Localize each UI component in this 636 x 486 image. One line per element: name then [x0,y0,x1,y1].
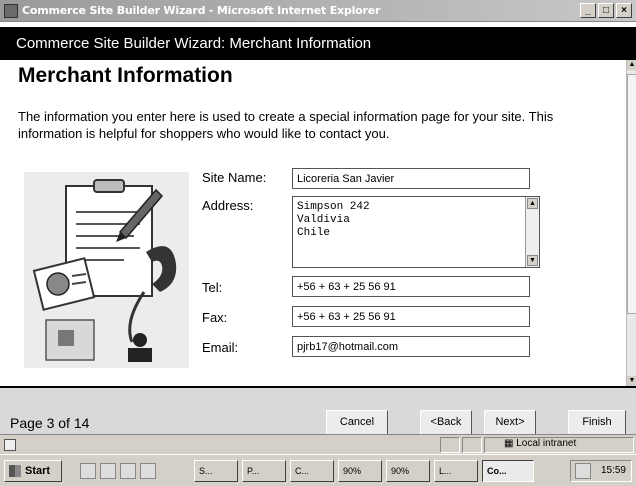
zone-text: Local intranet [516,438,577,449]
taskbar: Start S... P... C... 90% 90% L... Co... … [0,454,636,486]
minimize-button[interactable]: _ [580,3,596,18]
quicklaunch-ie-icon[interactable] [100,463,116,479]
scroll-up-icon[interactable]: ▲ [527,198,538,209]
ie-icon [4,4,18,18]
site-name-input[interactable] [292,168,530,189]
task-button-active[interactable]: Co... [482,460,534,482]
tray-icon[interactable] [575,463,591,479]
page-scrollbar[interactable]: ▲ ▼ [626,60,636,386]
tel-input[interactable] [292,276,530,297]
address-textarea[interactable]: Simpson 242 Valdivia Chile [297,201,523,263]
start-label: Start [25,465,51,477]
window-title: Commerce Site Builder Wizard - Microsoft… [22,4,381,17]
windows-logo-icon [9,465,21,477]
clock: 15:59 [600,465,626,476]
page-scroll-thumb[interactable] [627,74,636,314]
window-controls: _ □ × [580,3,632,18]
zone-label: ▦ Local intranet [504,438,576,449]
next-button[interactable]: Next> [484,410,536,435]
task-button[interactable]: 90% [338,460,382,482]
fax-label: Fax: [202,310,228,325]
status-cell [440,437,460,453]
quicklaunch-channels-icon[interactable] [140,463,156,479]
finish-button[interactable]: Finish [568,410,626,435]
intranet-icon: ▦ [504,438,517,449]
task-button[interactable]: 90% [386,460,430,482]
quicklaunch-outlook-icon[interactable] [120,463,136,479]
page-title: Merchant Information [18,64,233,87]
page-scroll-up-icon[interactable]: ▲ [627,60,636,70]
site-name-label: Site Name: [202,170,267,185]
status-bar: ▦ Local intranet [0,434,636,454]
task-button[interactable]: S... [194,460,238,482]
page-status-icon [4,439,16,451]
task-button[interactable]: C... [290,460,334,482]
tel-label: Tel: [202,280,223,295]
page-indicator: Page 3 of 14 [10,415,90,431]
email-input[interactable] [292,336,530,357]
wizard-content: Merchant Information The information you… [6,60,626,386]
start-button[interactable]: Start [4,460,62,482]
address-box: Simpson 242 Valdivia Chile ▲ ▼ [292,196,540,268]
cancel-button[interactable]: Cancel [326,410,388,435]
back-button[interactable]: <Back [420,410,472,435]
close-button[interactable]: × [616,3,632,18]
stamp-icon [45,319,95,361]
status-cell [462,437,482,453]
task-button[interactable]: P... [242,460,286,482]
merchant-illustration [24,172,189,368]
page-scroll-down-icon[interactable]: ▼ [627,376,636,386]
quicklaunch-desktop-icon[interactable] [80,463,96,479]
scroll-down-icon[interactable]: ▼ [527,255,538,266]
fax-input[interactable] [292,306,530,327]
wizard-footer: Page 3 of 14 Cancel <Back Next> Finish [0,386,636,435]
window-title-bar[interactable]: Commerce Site Builder Wizard - Microsoft… [0,0,636,22]
wizard-header-title: Commerce Site Builder Wizard: Merchant I… [16,35,372,52]
email-label: Email: [202,340,239,355]
address-label: Address: [202,198,254,213]
system-tray: 15:59 [570,460,632,482]
maximize-button[interactable]: □ [598,3,614,18]
intro-text: The information you enter here is used t… [18,109,554,141]
wizard-header: Commerce Site Builder Wizard: Merchant I… [0,27,636,60]
address-scrollbar[interactable]: ▲ ▼ [525,197,539,267]
task-button[interactable]: L... [434,460,478,482]
